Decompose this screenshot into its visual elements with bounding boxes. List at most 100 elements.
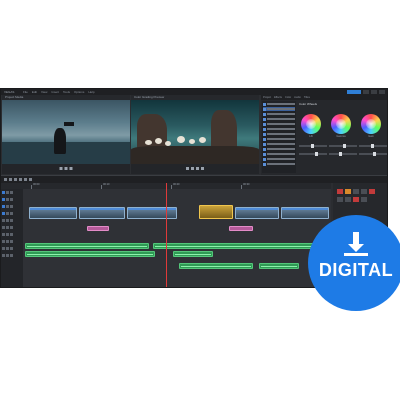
tint-slider[interactable] (329, 152, 357, 156)
track-header[interactable] (1, 224, 23, 230)
list-item[interactable] (263, 142, 295, 146)
track-header[interactable] (1, 245, 23, 251)
ruler-label: 00:30 (243, 183, 250, 186)
upgrade-button[interactable] (347, 90, 361, 94)
color-wheels-title: Color Wheels (299, 102, 318, 106)
audio-clip[interactable] (25, 251, 155, 257)
trim-tool-icon[interactable] (14, 178, 17, 181)
minimize-button[interactable] (363, 90, 369, 94)
cursor-tool-icon[interactable] (4, 178, 7, 181)
track-header[interactable] (1, 238, 23, 244)
next-frame-icon[interactable] (69, 167, 73, 170)
snap-icon[interactable] (19, 178, 22, 181)
tab-titles[interactable]: Titles (304, 95, 310, 100)
audio-clip[interactable] (173, 251, 213, 257)
tab-audio[interactable]: Audio (294, 95, 301, 100)
video-clip[interactable] (79, 207, 125, 219)
panel-tabs: Project Effects Color Audio Titles (261, 95, 387, 100)
source-monitor-title: Project Media (5, 95, 24, 99)
delete-button[interactable] (369, 189, 375, 194)
list-item[interactable] (263, 157, 295, 161)
tab-effects[interactable]: Effects (274, 95, 282, 100)
video-clip-selected[interactable] (199, 205, 233, 219)
preview-transport-bar (131, 164, 259, 174)
ruler-label: 00:10 (103, 183, 110, 186)
track-header[interactable] (1, 189, 23, 195)
prev-frame-icon[interactable] (186, 167, 189, 170)
audio-clip[interactable] (259, 263, 299, 269)
zoom-icon[interactable] (29, 178, 32, 181)
lift-label: Lift (309, 135, 313, 138)
keyframe-button[interactable] (361, 197, 367, 202)
razor-tool-icon[interactable] (9, 178, 12, 181)
window-controls (347, 90, 385, 94)
track-header[interactable] (1, 210, 23, 216)
tab-project[interactable]: Project (263, 95, 271, 100)
keyframe-button[interactable] (361, 189, 367, 194)
list-item[interactable] (263, 127, 295, 131)
keyframe-button[interactable] (353, 189, 359, 194)
video-clip[interactable] (127, 207, 177, 219)
exposure-slider[interactable] (299, 144, 327, 148)
video-clip[interactable] (235, 207, 279, 219)
track-header[interactable] (1, 203, 23, 209)
gamma-wheel[interactable] (331, 114, 351, 134)
list-item[interactable] (263, 152, 295, 156)
ruler-label: 00:20 (173, 183, 180, 186)
track-header[interactable] (1, 252, 23, 258)
saturation-slider[interactable] (329, 144, 357, 148)
ruler-label: 00:00 (33, 183, 40, 186)
list-item[interactable] (263, 102, 295, 106)
track-header[interactable] (1, 231, 23, 237)
close-button[interactable] (379, 90, 385, 94)
gannet-bird (165, 141, 171, 146)
gannet-bird (199, 137, 206, 143)
tab-color[interactable]: Color (285, 95, 291, 100)
audio-clip[interactable] (25, 243, 149, 249)
list-item[interactable] (263, 107, 295, 111)
timeline-tracks[interactable] (23, 189, 331, 287)
keyframe-button[interactable] (337, 197, 343, 202)
list-item[interactable] (263, 132, 295, 136)
temperature-slider[interactable] (299, 152, 327, 156)
track-header[interactable] (1, 196, 23, 202)
playhead[interactable] (166, 183, 167, 287)
effects-list (262, 101, 296, 173)
marker-button[interactable] (345, 189, 351, 194)
list-item[interactable] (263, 117, 295, 121)
source-monitor[interactable] (2, 100, 130, 164)
preview-monitor[interactable] (131, 100, 259, 164)
download-icon-base (344, 253, 368, 256)
download-icon-head (348, 244, 364, 252)
photographer-figure (54, 128, 66, 154)
video-clip[interactable] (29, 207, 77, 219)
timeline-toolbar (1, 175, 387, 183)
keyframe-button[interactable] (353, 197, 359, 202)
list-item[interactable] (263, 162, 295, 166)
prev-frame-icon[interactable] (59, 167, 63, 170)
list-item[interactable] (263, 147, 295, 151)
audio-clip[interactable] (179, 263, 253, 269)
audio-clip[interactable] (153, 243, 329, 249)
keyframe-button[interactable] (345, 197, 351, 202)
color-wheels: Color Wheels Lift Gamma Gain (299, 101, 387, 173)
marker-icon[interactable] (24, 178, 27, 181)
list-item[interactable] (263, 137, 295, 141)
maximize-button[interactable] (371, 90, 377, 94)
record-button[interactable] (337, 189, 343, 194)
title-clip[interactable] (229, 226, 253, 231)
stop-icon[interactable] (196, 167, 199, 170)
contrast-slider[interactable] (359, 144, 387, 148)
video-clip[interactable] (281, 207, 329, 219)
highlights-slider[interactable] (359, 152, 387, 156)
lift-wheel[interactable] (301, 114, 321, 134)
gannet-bird (177, 136, 185, 143)
next-frame-icon[interactable] (201, 167, 204, 170)
list-item[interactable] (263, 112, 295, 116)
play-icon[interactable] (191, 167, 194, 170)
list-item[interactable] (263, 122, 295, 126)
track-header[interactable] (1, 217, 23, 223)
title-clip[interactable] (87, 226, 109, 231)
gain-wheel[interactable] (361, 114, 381, 134)
play-icon[interactable] (64, 167, 68, 170)
